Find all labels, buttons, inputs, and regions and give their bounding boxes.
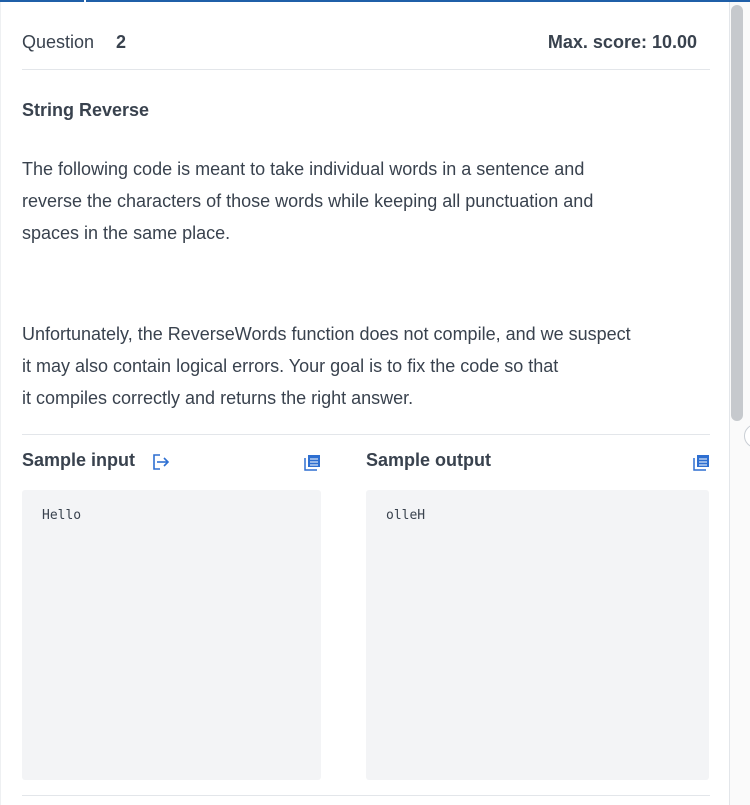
card-left-border (0, 2, 1, 805)
header-divider (22, 69, 710, 70)
problem-title: String Reverse (22, 100, 150, 120)
paragraph-2-line: Unfortunately, the ReverseWords function… (22, 324, 631, 344)
question-label: Question (22, 32, 95, 52)
question-header: Question 2 Max. score: 10.00 (22, 32, 697, 56)
paragraph-2-line: it may also contain logical errors. Your… (22, 356, 559, 376)
scrollbar-thumb[interactable] (731, 5, 743, 421)
sample-output-title: Sample output (366, 450, 491, 470)
problem-paragraph-2: Unfortunately, the ReverseWords function… (22, 318, 712, 414)
bottom-divider (22, 795, 710, 796)
copy-output-icon[interactable] (693, 454, 710, 471)
paragraph-1-line: The following code is meant to take indi… (22, 159, 585, 179)
max-score: Max. score: 10.00 (547, 32, 697, 52)
sample-input-title: Sample input (22, 450, 136, 470)
paragraph-1-line: spaces in the same place. (22, 223, 231, 243)
sample-input-box: Hello (22, 490, 321, 780)
question-number: 2 (116, 32, 127, 52)
problem-paragraph-1: The following code is meant to take indi… (22, 153, 712, 249)
export-icon[interactable] (152, 454, 170, 470)
paragraph-1-line: reverse the characters of those words wh… (22, 191, 594, 211)
sample-output-box: olleH (366, 490, 709, 780)
samples-divider (22, 434, 710, 435)
paragraph-2-line: it compiles correctly and returns the ri… (22, 388, 414, 408)
copy-input-icon[interactable] (304, 454, 321, 471)
